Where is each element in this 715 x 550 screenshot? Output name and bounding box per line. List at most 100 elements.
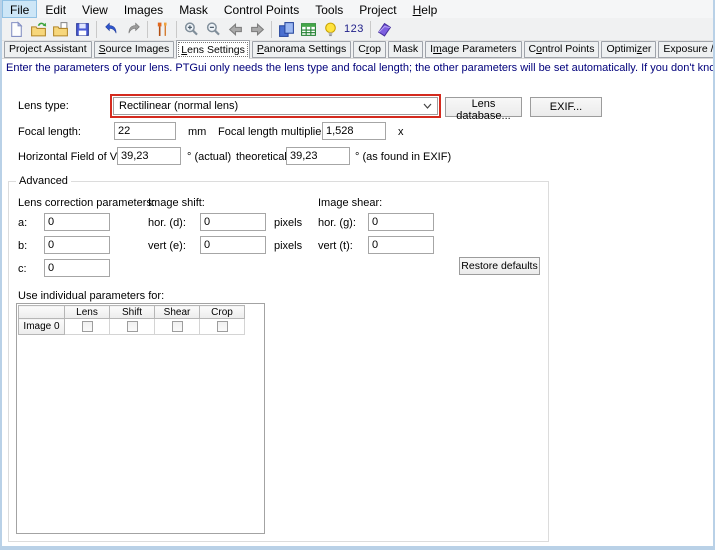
table-view-icon[interactable]	[297, 19, 319, 40]
lens-database-button[interactable]: Lens database...	[445, 97, 522, 117]
redo-icon[interactable]	[122, 19, 144, 40]
focal-multiplier-unit: x	[398, 126, 404, 138]
lens-correction-label: Lens correction parameters:	[18, 197, 155, 209]
param-c-label: c:	[18, 263, 27, 275]
image-shift-label: Image shift:	[148, 197, 205, 209]
individual-parameters-label: Use individual parameters for:	[18, 290, 164, 302]
focal-length-unit: mm	[188, 126, 206, 138]
hfov-theoretical-label: theoretical:	[236, 151, 290, 163]
checkbox-image-0-shift[interactable]	[127, 321, 138, 332]
save-icon[interactable]	[71, 19, 93, 40]
tools-icon[interactable]	[151, 19, 173, 40]
cell-image-0-lens	[65, 319, 110, 335]
hfov-theoretical-input[interactable]	[286, 147, 350, 165]
focal-multiplier-label: Focal length multiplier:	[218, 126, 328, 138]
menu-mask[interactable]: Mask	[171, 0, 216, 18]
numbers-icon[interactable]: 123	[341, 23, 367, 35]
checkbox-image-0-shear[interactable]	[172, 321, 183, 332]
advanced-title: Advanced	[16, 175, 71, 187]
menu-bar: FileEditViewImagesMaskControl PointsTool…	[2, 0, 713, 18]
shift-hor-label: hor. (d):	[148, 217, 186, 229]
param-a-input[interactable]	[44, 213, 110, 231]
cell-image-0-crop	[200, 319, 245, 335]
shift-vert-input[interactable]	[200, 236, 266, 254]
tab-source-images[interactable]: Source Images	[94, 41, 175, 58]
previous-image-icon[interactable]	[224, 19, 246, 40]
shear-vert-label: vert (t):	[318, 240, 353, 252]
image-table: LensShiftShearCrop Image 0	[18, 305, 245, 335]
table-header-crop: Crop	[200, 306, 245, 319]
menu-edit[interactable]: Edit	[37, 0, 74, 18]
new-project-icon[interactable]	[5, 19, 27, 40]
table-header-lens: Lens	[65, 306, 110, 319]
menu-file[interactable]: File	[2, 0, 37, 18]
chevron-down-icon	[423, 100, 432, 112]
param-c-input[interactable]	[44, 259, 110, 277]
shear-hor-input[interactable]	[368, 213, 434, 231]
tab-exposure-hdr[interactable]: Exposure / HDR	[658, 41, 715, 58]
tab-panorama-settings[interactable]: Panorama Settings	[252, 41, 351, 58]
image-list-icon[interactable]	[275, 19, 297, 40]
hfov-actual-input[interactable]	[117, 147, 181, 165]
tab-optimizer[interactable]: Optimizer	[601, 41, 656, 58]
undo-icon[interactable]	[100, 19, 122, 40]
shift-vert-label: vert (e):	[148, 240, 186, 252]
tab-mask[interactable]: Mask	[388, 41, 423, 58]
shear-hor-label: hor. (g):	[318, 217, 356, 229]
toolbar-separator	[96, 21, 97, 38]
table-corner-cell	[19, 306, 65, 319]
help-book-icon[interactable]	[374, 19, 396, 40]
next-image-icon[interactable]	[246, 19, 268, 40]
preview-bulb-icon[interactable]	[319, 19, 341, 40]
focal-multiplier-input[interactable]	[322, 122, 386, 140]
focal-length-input[interactable]	[114, 122, 176, 140]
image-shear-label: Image shear:	[318, 197, 382, 209]
tab-lens-settings[interactable]: Lens Settings	[176, 40, 250, 59]
table-header-shift: Shift	[110, 306, 155, 319]
zoom-out-icon[interactable]	[202, 19, 224, 40]
toolbar-separator	[176, 21, 177, 38]
tab-bar: Project AssistantSource ImagesLens Setti…	[2, 41, 713, 59]
focal-length-label: Focal length:	[18, 126, 81, 138]
checkbox-image-0-crop[interactable]	[217, 321, 228, 332]
save-as-icon[interactable]	[49, 19, 71, 40]
shift-vert-unit: pixels	[274, 240, 302, 252]
shear-vert-input[interactable]	[368, 236, 434, 254]
menu-images[interactable]: Images	[116, 0, 171, 18]
tab-image-parameters[interactable]: Image Parameters	[425, 41, 521, 58]
image-parameters-table: LensShiftShearCrop Image 0	[16, 303, 265, 534]
param-b-label: b:	[18, 240, 27, 252]
table-header-shear: Shear	[155, 306, 200, 319]
toolbar-separator	[147, 21, 148, 38]
restore-defaults-button[interactable]: Restore defaults	[459, 257, 540, 275]
menu-view[interactable]: View	[74, 0, 116, 18]
hfov-theoretical-suffix: ° (as found in EXIF)	[355, 151, 451, 163]
row-header-image-0[interactable]: Image 0	[19, 319, 65, 335]
tab-crop[interactable]: Crop	[353, 41, 386, 58]
cell-image-0-shift	[110, 319, 155, 335]
table-row: Image 0	[19, 319, 245, 335]
hfov-actual-suffix: ° (actual)	[187, 151, 231, 163]
exif-button[interactable]: EXIF...	[530, 97, 602, 117]
tab-control-points[interactable]: Control Points	[524, 41, 600, 58]
menu-control-points[interactable]: Control Points	[216, 0, 307, 18]
menu-project[interactable]: Project	[351, 0, 404, 18]
lens-type-value: Rectilinear (normal lens)	[119, 100, 238, 112]
tab-project-assistant[interactable]: Project Assistant	[4, 41, 92, 58]
lens-type-select[interactable]: Rectilinear (normal lens)	[113, 97, 438, 115]
shift-hor-input[interactable]	[200, 213, 266, 231]
info-text: Enter the parameters of your lens. PTGui…	[6, 62, 713, 74]
param-a-label: a:	[18, 217, 27, 229]
toolbar-separator	[370, 21, 371, 38]
info-bar: Enter the parameters of your lens. PTGui…	[2, 59, 713, 77]
ptgui-window: FileEditViewImagesMaskControl PointsTool…	[0, 0, 715, 550]
param-b-input[interactable]	[44, 236, 110, 254]
checkbox-image-0-lens[interactable]	[82, 321, 93, 332]
cell-image-0-shear	[155, 319, 200, 335]
toolbar: 123	[2, 18, 713, 41]
open-project-icon[interactable]	[27, 19, 49, 40]
menu-help[interactable]: Help	[405, 0, 446, 18]
menu-tools[interactable]: Tools	[307, 0, 351, 18]
toolbar-separator	[271, 21, 272, 38]
zoom-in-icon[interactable]	[180, 19, 202, 40]
